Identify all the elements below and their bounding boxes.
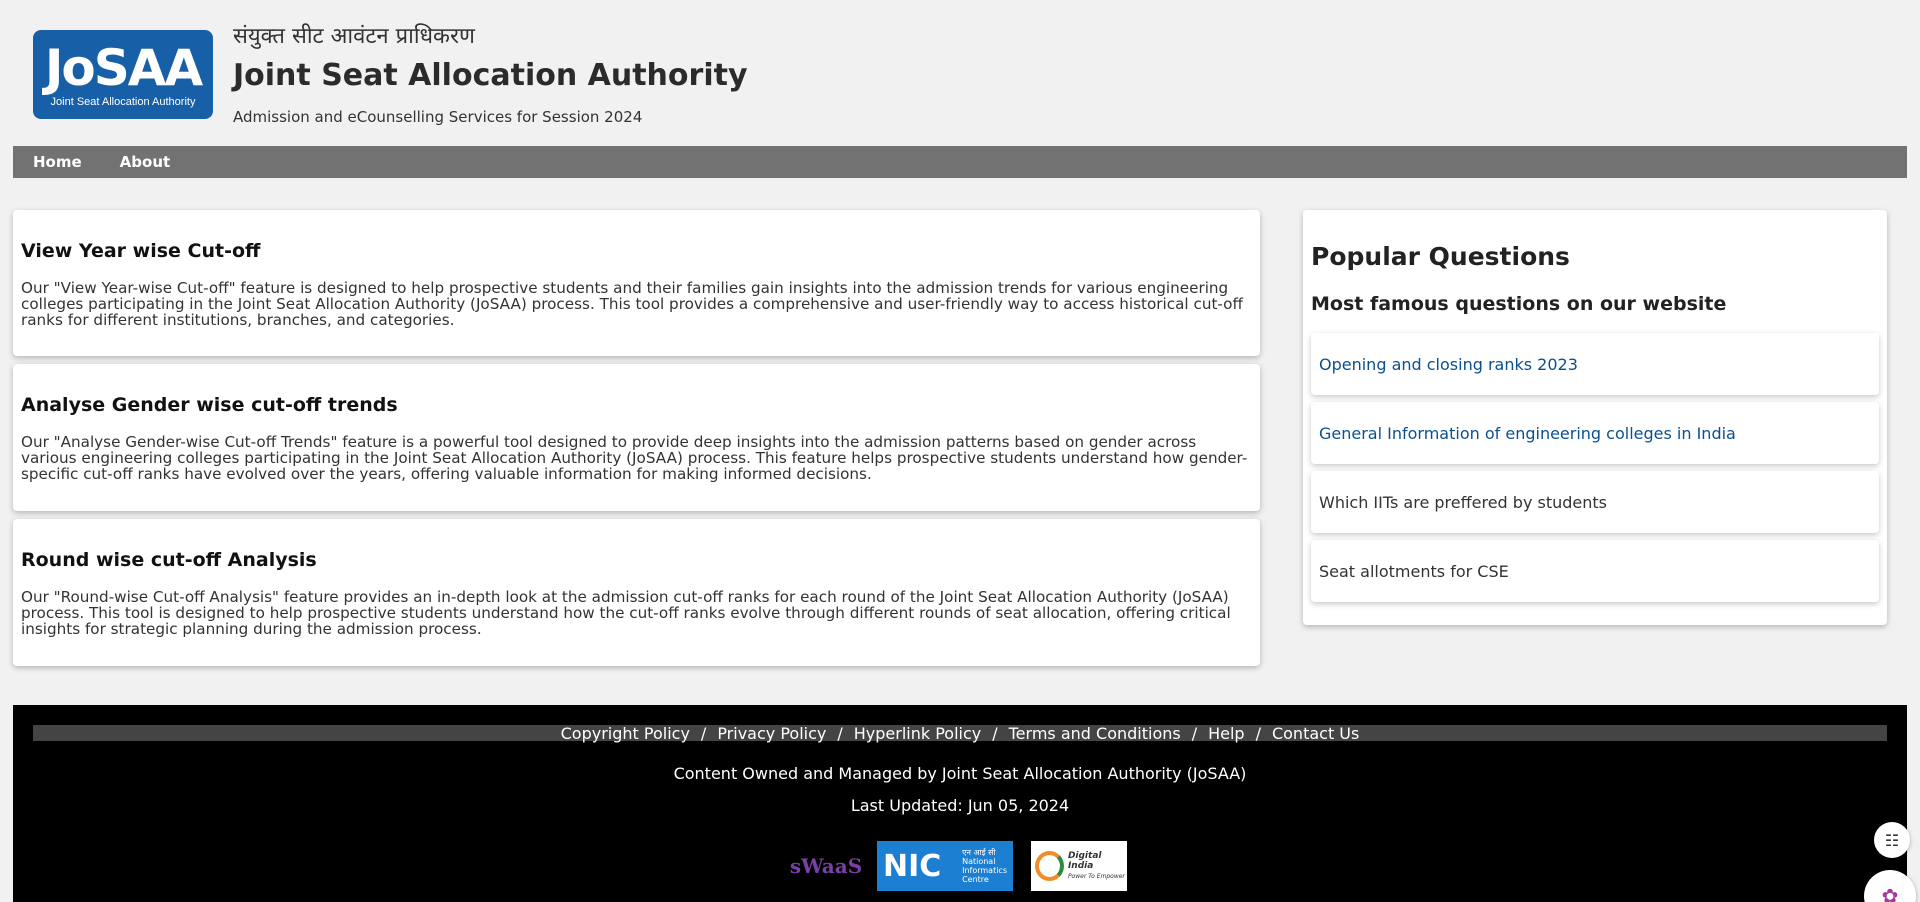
hindi-title: संयुक्त सीट आवंटन प्राधिकरण (233, 24, 475, 49)
feature-description: Our "Analyse Gender-wise Cut-off Trends"… (21, 433, 1248, 483)
feature-card-year-wise[interactable]: View Year wise Cut-off Our "View Year-wi… (13, 210, 1260, 356)
link-separator: / (1191, 723, 1198, 743)
josaa-logo[interactable]: JoSAA Joint Seat Allocation Authority (33, 30, 213, 119)
feature-description: Our "Round-wise Cut-off Analysis" featur… (21, 588, 1231, 638)
nav-about[interactable]: About (120, 153, 171, 171)
nic-logo-word: NIC (883, 848, 942, 884)
hyperlink-policy-link[interactable]: Hyperlink Policy (854, 724, 981, 743)
nic-hindi-text: एन आई सी (962, 848, 996, 857)
question-item[interactable]: General Information of engineering colle… (1311, 402, 1879, 464)
feature-title: Analyse Gender wise cut-off trends (21, 394, 398, 416)
site-title: Joint Seat Allocation Authority (233, 58, 748, 93)
site-subtitle: Admission and eCounselling Services for … (233, 108, 643, 126)
site-header: JoSAA Joint Seat Allocation Authority सं… (0, 0, 1920, 146)
privacy-policy-link[interactable]: Privacy Policy (717, 724, 826, 743)
popular-questions-panel: Popular Questions Most famous questions … (1303, 210, 1887, 625)
nic-line: Centre (962, 875, 989, 884)
link-separator: / (837, 723, 843, 743)
link-separator: / (992, 723, 998, 743)
copyright-policy-link[interactable]: Copyright Policy (561, 724, 690, 743)
feature-title: View Year wise Cut-off (21, 240, 261, 262)
last-updated-text: Last Updated: Jun 05, 2024 (850, 796, 1070, 815)
content-owner-text: Content Owned and Managed by Joint Seat … (673, 764, 1247, 783)
panel-subtitle: Most famous questions on our website (1311, 293, 1727, 315)
main-nav: Home About (13, 146, 1907, 178)
swaas-logo[interactable]: sWaaS (789, 841, 863, 891)
nic-logo-caption: एन आई सी National Informatics Centre (962, 848, 1007, 884)
link-separator: / (1255, 723, 1261, 743)
digital-india-tagline: Power To Empower (1067, 873, 1125, 880)
link-separator: / (700, 723, 707, 743)
question-list: Opening and closing ranks 2023 General I… (1311, 333, 1879, 602)
site-footer: Copyright Policy / Privacy Policy / Hype… (13, 705, 1907, 902)
nic-logo[interactable]: NIC एन आई सी National Informatics Centre (877, 841, 1013, 891)
question-item[interactable]: Opening and closing ranks 2023 (1311, 333, 1879, 395)
logo-wordmark: JoSAA (44, 38, 203, 97)
feature-description: Our "View Year-wise Cut-off" feature is … (21, 279, 1243, 329)
feature-card-gender-wise[interactable]: Analyse Gender wise cut-off trends Our "… (13, 364, 1260, 511)
digital-india-logo[interactable]: Digital India Power To Empower (1031, 841, 1127, 891)
swaas-logo-text: sWaaS (789, 854, 863, 878)
contact-us-link[interactable]: Contact Us (1272, 724, 1359, 743)
panel-title: Popular Questions (1311, 242, 1570, 271)
nic-line: National (962, 857, 996, 866)
footer-links: Copyright Policy / Privacy Policy / Hype… (33, 723, 1887, 743)
nav-home[interactable]: Home (33, 153, 82, 171)
digital-india-mark-icon (1035, 851, 1064, 881)
question-item[interactable]: Seat allotments for CSE (1311, 540, 1879, 602)
feature-title: Round wise cut-off Analysis (21, 549, 317, 571)
digital-india-name: Digital India (1067, 851, 1102, 871)
digital-india-text: Digital India Power To Empower (1068, 851, 1127, 881)
terms-link[interactable]: Terms and Conditions (1009, 724, 1181, 743)
logo-subtext: Joint Seat Allocation Authority (50, 95, 196, 108)
book-reader-icon[interactable]: ☷ (1874, 822, 1910, 858)
question-item[interactable]: Which IITs are preffered by students (1311, 471, 1879, 533)
help-link[interactable]: Help (1208, 724, 1244, 743)
feature-card-round-wise[interactable]: Round wise cut-off Analysis Our "Round-w… (13, 519, 1260, 666)
nic-line: Informatics (962, 866, 1007, 875)
